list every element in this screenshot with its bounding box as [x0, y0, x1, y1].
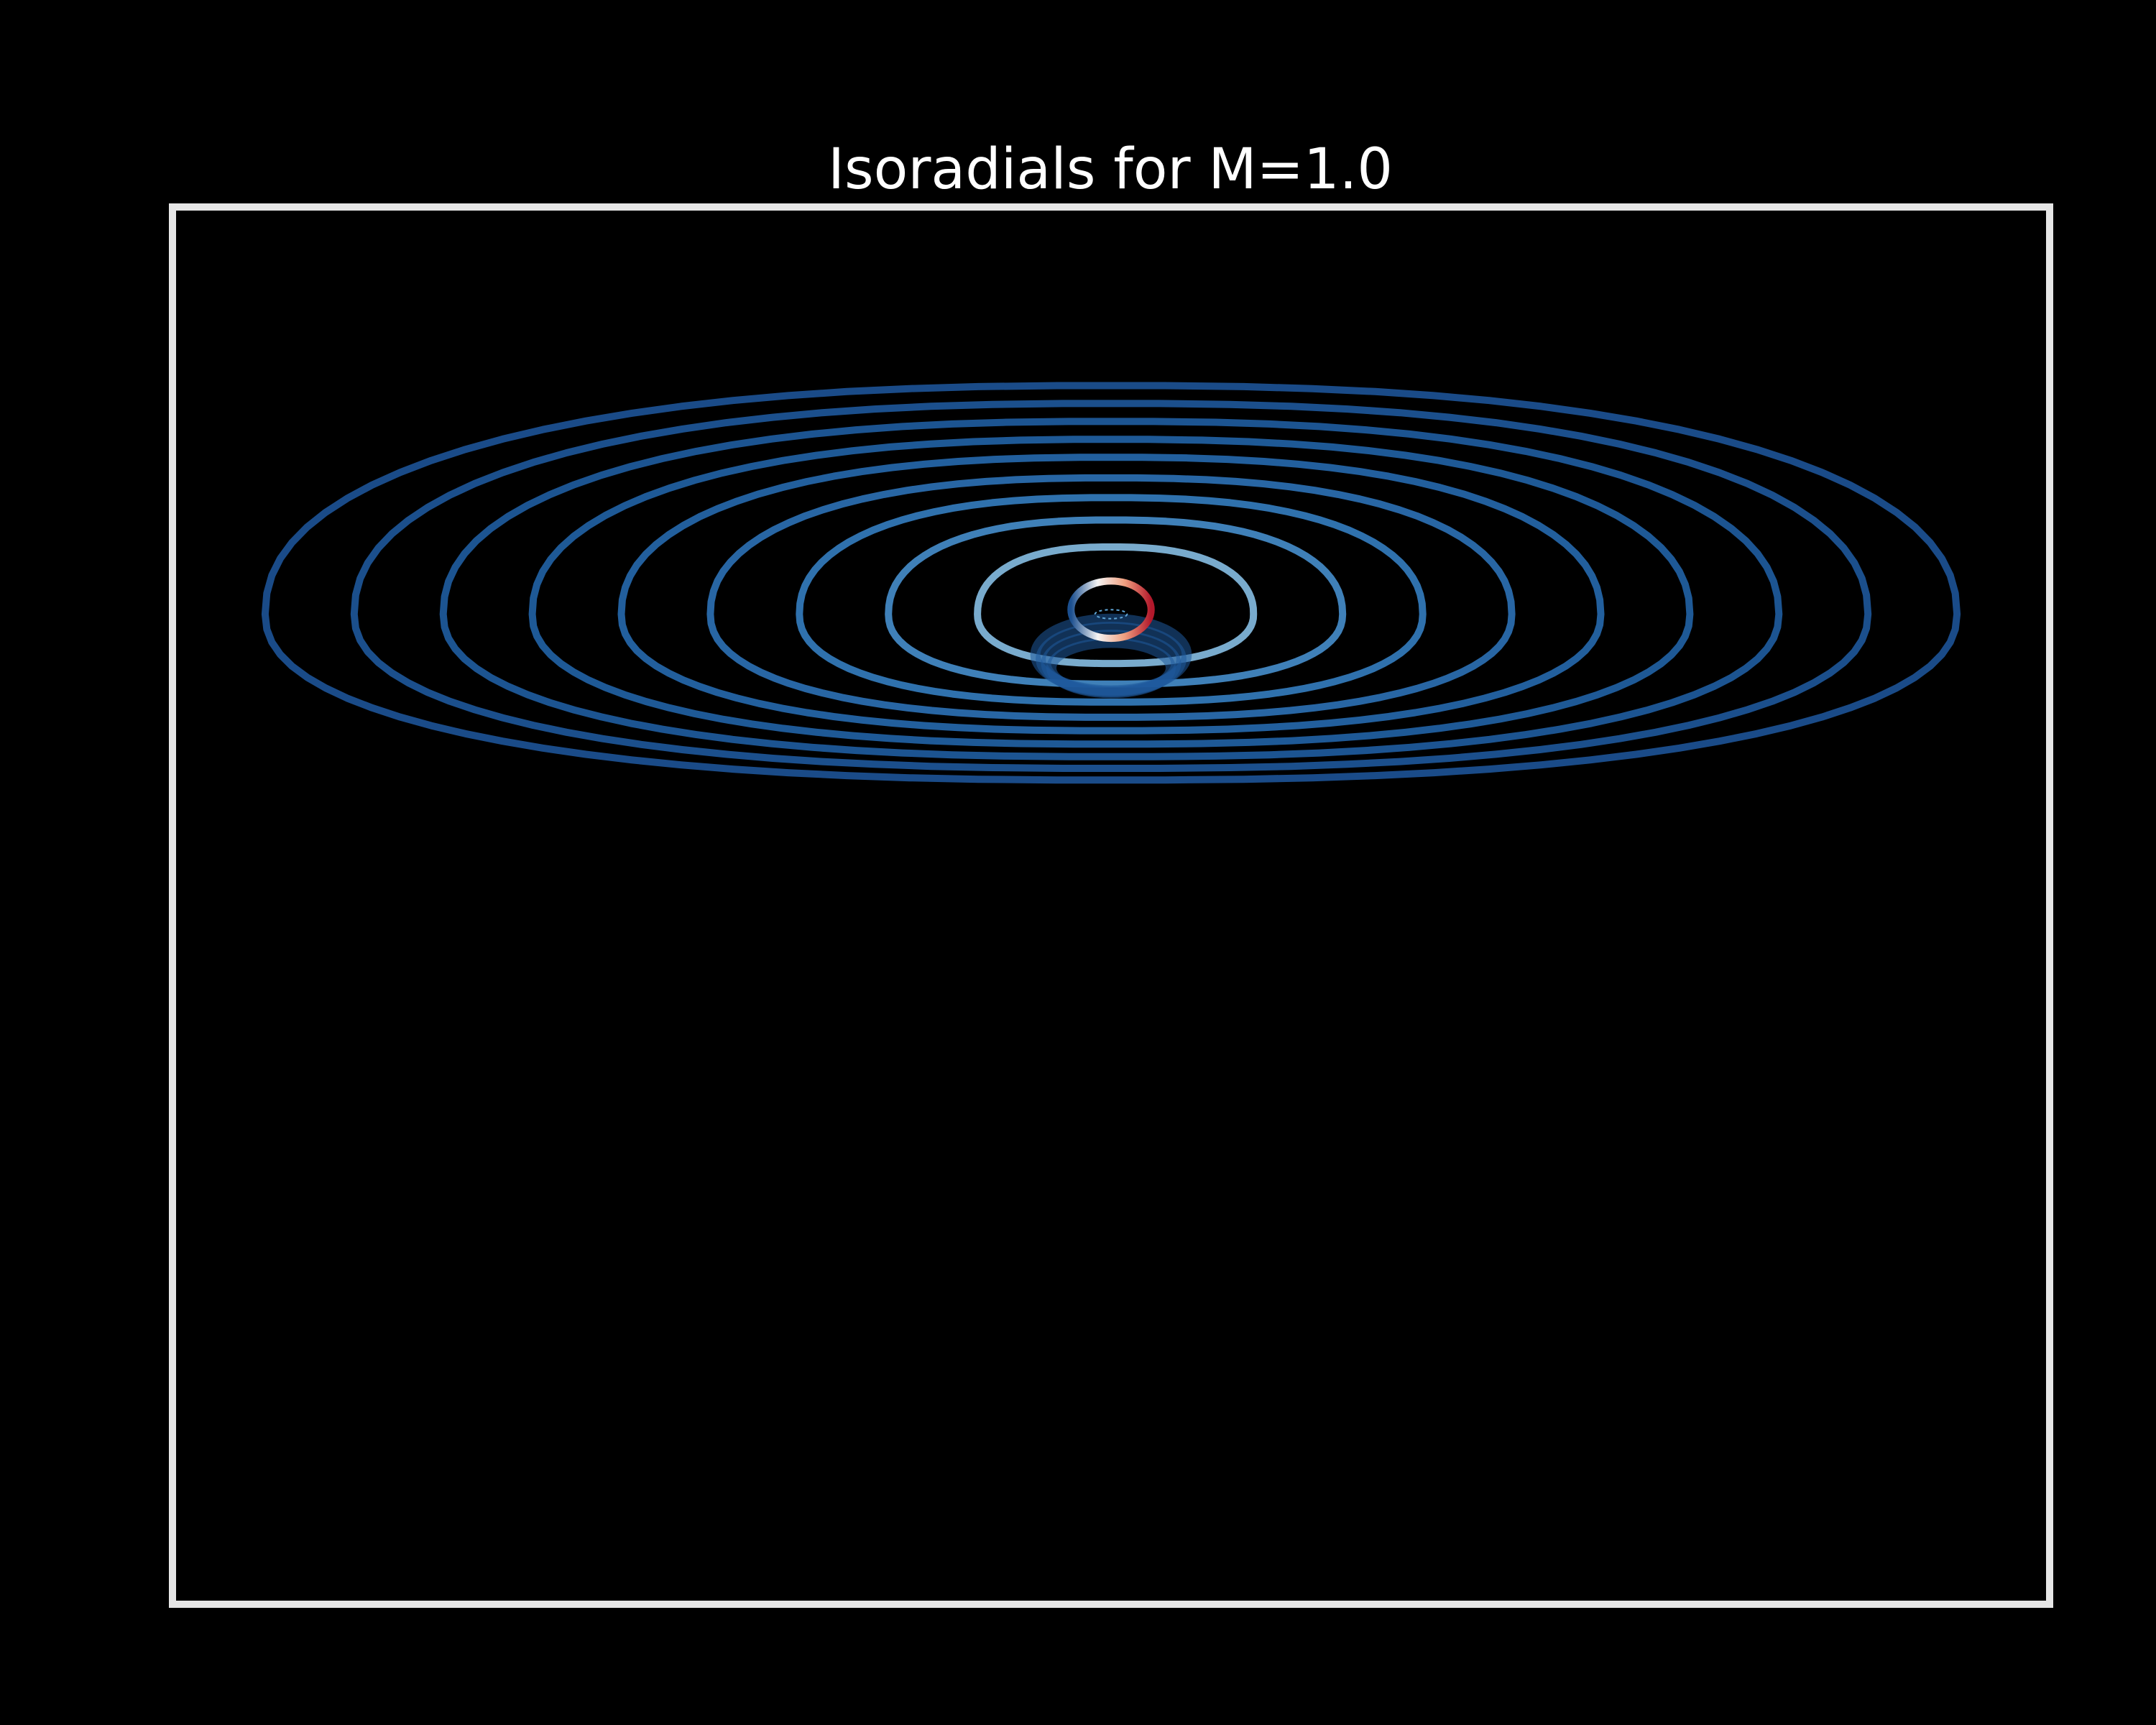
figure-background [0, 0, 2156, 1725]
chart-title: Isoradials for M=1.0 [828, 137, 1393, 202]
chart-figure: Isoradials for M=1.0 [0, 0, 2156, 1725]
